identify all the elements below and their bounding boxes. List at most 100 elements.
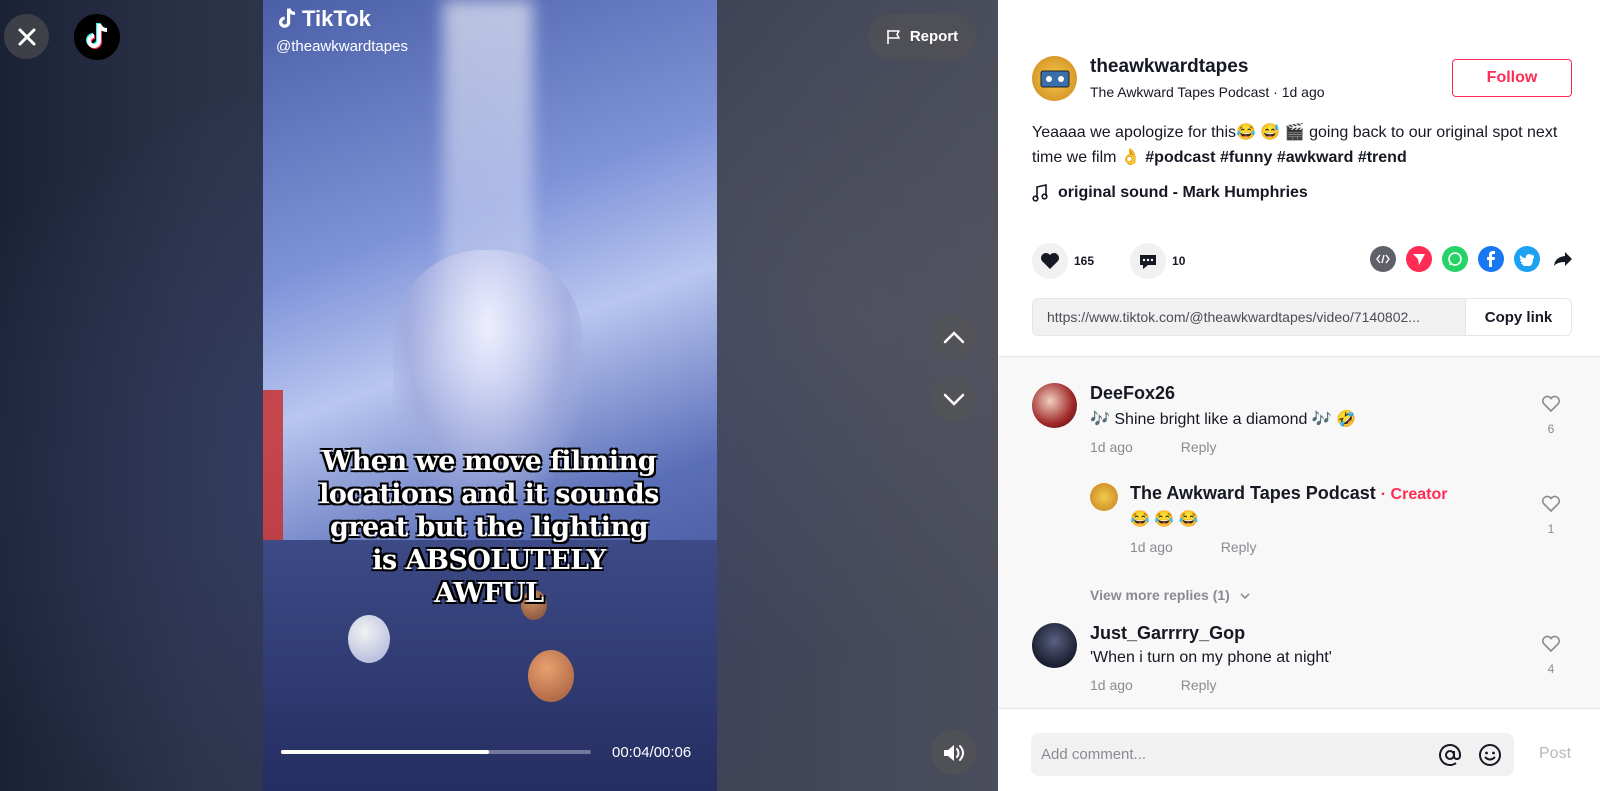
comment-like[interactable]: 6 (1538, 395, 1564, 436)
comment-icon (1140, 255, 1157, 269)
author-display-name: The Awkward Tapes Podcast (1090, 84, 1270, 100)
report-button[interactable]: Report (868, 14, 976, 59)
comment-text: 🎶 Shine bright like a diamond 🎶 🤣 (1090, 411, 1357, 428)
video-caption: When we move filming locations and it so… (319, 446, 659, 609)
video-url[interactable]: https://www.tiktok.com/@theawkwardtapes/… (1033, 299, 1465, 335)
next-video-button[interactable] (931, 377, 976, 422)
author-subtitle: The Awkward Tapes Podcast · 1d ago (1090, 84, 1325, 100)
reply-button[interactable]: Reply (1181, 677, 1217, 693)
author-info: theawkwardtapes The Awkward Tapes Podcas… (1090, 56, 1325, 100)
send-icon (1413, 254, 1425, 265)
facebook-button[interactable] (1478, 246, 1504, 272)
at-icon (1439, 743, 1461, 766)
commenter-avatar[interactable] (1032, 623, 1077, 668)
twitter-button[interactable] (1514, 246, 1540, 272)
chevron-down-icon (1240, 593, 1250, 600)
comment-like-count: 4 (1547, 662, 1555, 676)
chevron-down-icon (943, 393, 964, 406)
share-arrow-icon (1554, 252, 1572, 266)
comment-text: 'When i turn on my phone at night' (1090, 649, 1332, 666)
video-time: 00:04/00:06 (612, 744, 692, 761)
whatsapp-icon (1448, 252, 1462, 266)
author-avatar[interactable] (1032, 56, 1077, 101)
comment-count: 10 (1172, 254, 1186, 268)
video-progress-bar[interactable] (281, 750, 591, 754)
close-icon (18, 28, 35, 45)
copy-link-row: https://www.tiktok.com/@theawkwardtapes/… (1032, 298, 1572, 336)
comment-time: 1d ago (1090, 439, 1133, 455)
hashtag-funny[interactable]: #funny (1220, 149, 1272, 166)
video-player[interactable]: When we move filming locations and it so… (263, 0, 717, 791)
heart-outline-icon (1541, 635, 1561, 653)
rubber-duck (528, 650, 574, 702)
close-button[interactable] (4, 14, 49, 59)
more-share-button[interactable] (1550, 246, 1576, 272)
tiktok-watermark-icon (279, 8, 296, 28)
embed-icon (1376, 254, 1390, 264)
side-panel: theawkwardtapes The Awkward Tapes Podcas… (998, 0, 1600, 791)
reply-time: 1d ago (1130, 539, 1173, 555)
commenter-name[interactable]: Just_Garrrry_Gop (1090, 623, 1520, 644)
comment-input[interactable] (1041, 746, 1424, 763)
music-title: original sound - Mark Humphries (1058, 184, 1308, 201)
hashtag-awkward[interactable]: #awkward (1277, 149, 1353, 166)
watermark-brand: TikTok (302, 6, 371, 31)
tiktok-logo-icon (86, 23, 108, 49)
comment-list[interactable]: DeeFox26 🎶 Shine bright like a diamond 🎶… (998, 356, 1600, 708)
heart-outline-icon (1541, 395, 1561, 413)
report-label: Report (909, 28, 959, 45)
rubber-duck (348, 615, 390, 663)
hashtag-podcast[interactable]: #podcast (1145, 149, 1215, 166)
twitter-icon (1519, 253, 1534, 266)
heart-icon (1041, 253, 1059, 269)
comment-bar: Post (998, 708, 1600, 791)
volume-button[interactable] (931, 730, 976, 775)
like-button[interactable] (1032, 243, 1068, 279)
post-actions: 165 10 (1032, 243, 1221, 279)
share-options (1370, 246, 1576, 272)
flag-icon (887, 29, 900, 44)
commenter-name[interactable]: DeeFox26 (1090, 383, 1520, 404)
volume-icon (943, 744, 964, 761)
music-link[interactable]: original sound - Mark Humphries (1032, 184, 1308, 202)
copy-link-button[interactable]: Copy link (1465, 299, 1571, 335)
heart-outline-icon (1541, 495, 1561, 513)
creator-badge: Creator (1390, 486, 1448, 503)
send-to-friends-button[interactable] (1406, 246, 1432, 272)
reply-text: 😂 😂 😂 (1130, 511, 1199, 528)
whatsapp-button[interactable] (1442, 246, 1468, 272)
commenter-avatar[interactable] (1032, 383, 1077, 428)
reply-like-count: 1 (1547, 522, 1555, 536)
cassette-icon (1040, 70, 1069, 87)
embed-button[interactable] (1370, 246, 1396, 272)
progress-fill (281, 750, 489, 754)
view-more-replies[interactable]: View more replies (1) (1090, 587, 1250, 603)
author-username[interactable]: theawkwardtapes (1090, 56, 1325, 78)
reply-like[interactable]: 1 (1538, 495, 1564, 536)
comment-like-count: 6 (1547, 422, 1555, 436)
tiktok-video-page: When we move filming locations and it so… (0, 0, 1600, 791)
video-watermark: TikTok @theawkwardtapes (276, 6, 408, 55)
tiktok-logo[interactable] (74, 14, 120, 60)
like-count: 165 (1074, 254, 1095, 268)
emoji-button[interactable] (1476, 741, 1504, 769)
follow-button[interactable]: Follow (1452, 59, 1572, 97)
comment-like[interactable]: 4 (1538, 635, 1564, 676)
mention-button[interactable] (1436, 741, 1464, 769)
smiley-icon (1479, 743, 1501, 766)
comment-button[interactable] (1130, 243, 1167, 279)
hashtag-trend[interactable]: #trend (1358, 149, 1407, 166)
post-description: Yeaaaa we apologize for this😂 😅 🎬 going … (1032, 120, 1572, 170)
reply-button[interactable]: Reply (1181, 439, 1217, 455)
watermark-handle: @theawkwardtapes (276, 38, 408, 55)
post-time: 1d ago (1281, 84, 1325, 100)
comment-input-box (1031, 733, 1514, 776)
reply-button[interactable]: Reply (1221, 539, 1257, 555)
creator-name[interactable]: The Awkward Tapes Podcast (1130, 483, 1376, 503)
music-note-icon (1032, 184, 1048, 202)
creator-avatar[interactable] (1090, 483, 1118, 511)
chevron-up-icon (943, 330, 964, 343)
previous-video-button[interactable] (931, 314, 976, 359)
post-comment-button[interactable]: Post (1539, 745, 1571, 763)
video-area: When we move filming locations and it so… (0, 0, 998, 791)
